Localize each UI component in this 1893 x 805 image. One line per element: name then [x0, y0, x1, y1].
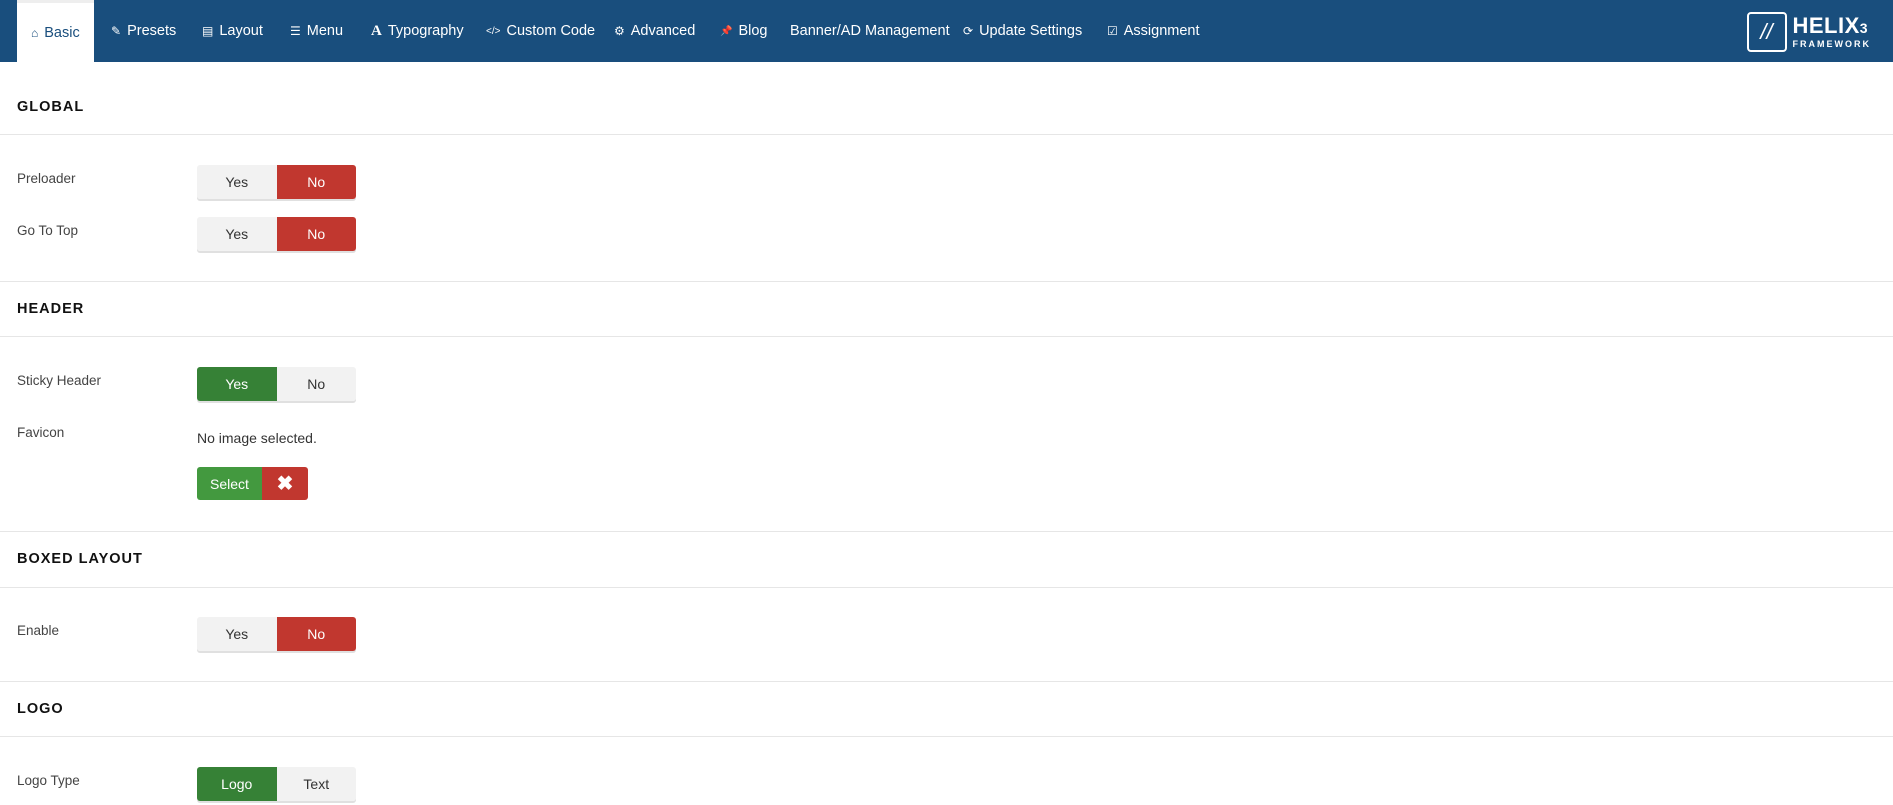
boxed-enable-no[interactable]: No [276, 617, 356, 651]
divider [0, 336, 1893, 337]
tab-label: Menu [306, 23, 344, 39]
preloader-no[interactable]: No [276, 165, 356, 199]
preloader-toggle[interactable]: Yes No [197, 165, 356, 199]
section-global-heading: GLOBAL [17, 99, 85, 115]
tab-label: Custom Code [506, 23, 596, 39]
boxed-enable-label: Enable [17, 623, 60, 638]
favicon-status: No image selected. [197, 430, 317, 446]
logo-title: HELIX [1792, 13, 1860, 38]
sticky-header-no[interactable]: No [276, 367, 356, 401]
tab-label: Assignment [1123, 23, 1200, 39]
divider [0, 681, 1893, 682]
sticky-header-yes[interactable]: Yes [197, 367, 277, 401]
tab-label: Banner/AD Management [790, 23, 950, 39]
layout-icon: ▤ [202, 24, 214, 38]
tab-banner-ad-management[interactable]: Banner/AD Management [776, 0, 964, 62]
tab-label: Update Settings [979, 23, 1083, 39]
helix-logo: // HELIX3 FRAMEWORK [1746, 12, 1872, 52]
tab-label: Advanced [630, 23, 696, 39]
preloader-label: Preloader [17, 171, 76, 186]
divider [0, 587, 1893, 588]
sticky-header-label: Sticky Header [17, 373, 102, 388]
home-icon: ⌂ [31, 25, 39, 40]
logo-type-label: Logo Type [17, 773, 80, 788]
tab-basic[interactable]: ⌂ Basic [17, 0, 94, 62]
tab-update-settings[interactable]: ⟳ Update Settings [949, 0, 1096, 62]
go-to-top-no[interactable]: No [276, 217, 356, 251]
boxed-enable-toggle[interactable]: Yes No [197, 617, 356, 651]
section-logo-heading: LOGO [17, 701, 64, 717]
tab-label: Blog [738, 23, 768, 39]
preloader-yes[interactable]: Yes [197, 165, 277, 199]
logo-type-logo[interactable]: Logo [197, 767, 277, 801]
top-nav: ⌂ Basic ✎ Presets ▤ Layout ☰ Menu A Typograph… [0, 0, 1893, 62]
tab-assignment[interactable]: ☑ Assignment [1093, 0, 1214, 62]
brush-icon: ✎ [111, 24, 122, 38]
tab-menu[interactable]: ☰ Menu [276, 0, 357, 62]
go-to-top-yes[interactable]: Yes [197, 217, 277, 251]
logo-subtitle: FRAMEWORK [1792, 39, 1871, 49]
tab-presets[interactable]: ✎ Presets [97, 0, 190, 62]
divider [0, 281, 1893, 282]
tab-label: Presets [127, 23, 177, 39]
logo-version: 3 [1859, 20, 1869, 36]
go-to-top-label: Go To Top [17, 223, 79, 238]
logo-type-toggle[interactable]: Logo Text [197, 767, 356, 801]
tab-typography[interactable]: A Typography [357, 0, 478, 62]
favicon-buttons: Select ✖ [197, 467, 308, 500]
tab-layout[interactable]: ▤ Layout [188, 0, 277, 62]
tab-label: Typography [387, 23, 464, 39]
tab-label: Layout [219, 23, 263, 39]
helix-logo-icon: // [1746, 12, 1787, 52]
favicon-clear-button[interactable]: ✖ [262, 467, 308, 500]
divider [0, 134, 1893, 135]
list-icon: ☰ [290, 24, 301, 38]
section-boxed-layout-heading: BOXED LAYOUT [17, 551, 143, 567]
tab-advanced[interactable]: ⚙ Advanced [600, 0, 709, 62]
divider [0, 531, 1893, 532]
tab-custom-code[interactable]: </> Custom Code [472, 0, 609, 62]
refresh-icon: ⟳ [963, 24, 974, 38]
sticky-header-toggle[interactable]: Yes No [197, 367, 356, 401]
code-icon: </> [486, 25, 501, 37]
go-to-top-toggle[interactable]: Yes No [197, 217, 356, 251]
divider [0, 736, 1893, 737]
checkbox-icon: ☑ [1107, 24, 1118, 38]
boxed-enable-yes[interactable]: Yes [197, 617, 277, 651]
favicon-select-button[interactable]: Select [197, 467, 262, 500]
font-icon: A [371, 22, 382, 39]
tab-label: Basic [44, 24, 80, 41]
section-header-heading: HEADER [17, 301, 85, 317]
logo-type-text[interactable]: Text [276, 767, 356, 801]
favicon-label: Favicon [17, 425, 65, 440]
gear-icon: ⚙ [614, 24, 625, 38]
pin-icon: 📌 [720, 25, 733, 37]
tab-blog[interactable]: 📌 Blog [706, 0, 781, 62]
